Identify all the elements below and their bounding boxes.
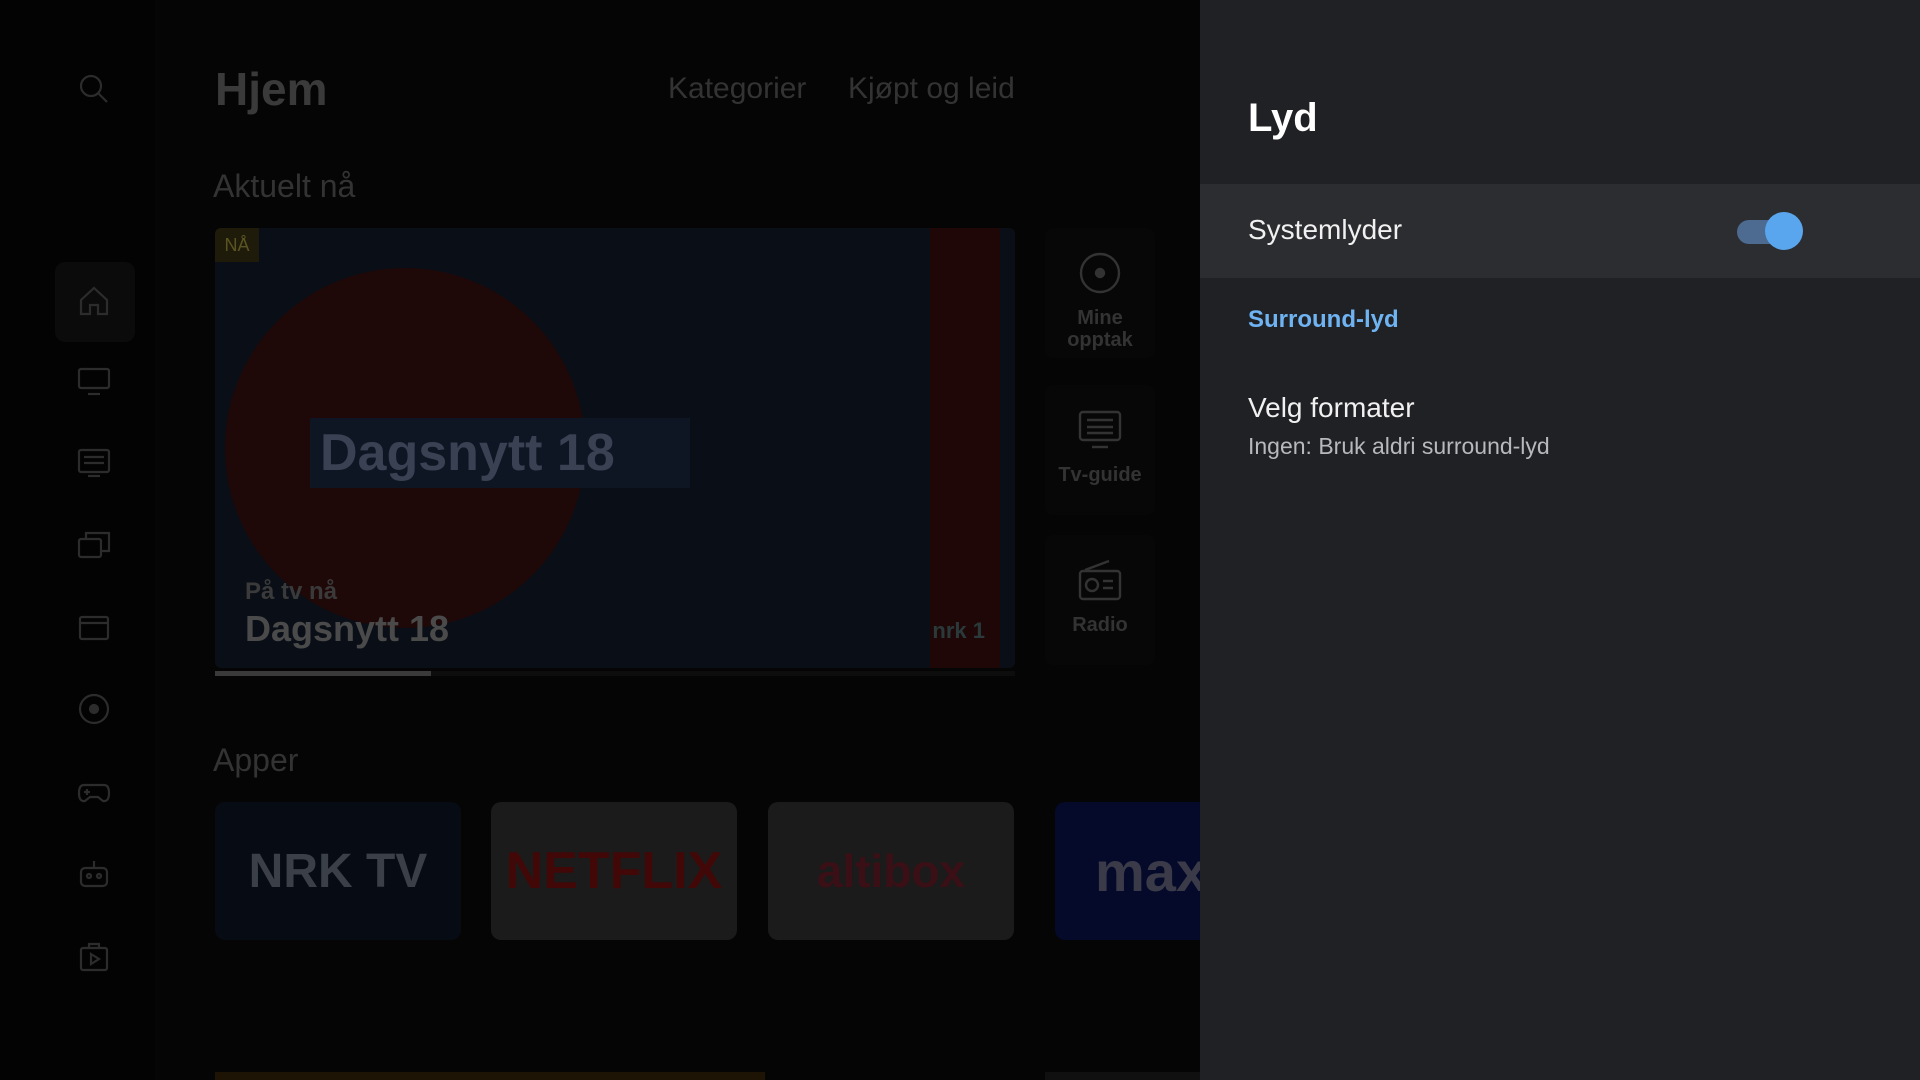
app-tile-netflix[interactable]: NETFLIX <box>491 802 737 940</box>
record-icon <box>1079 252 1121 294</box>
app-tile-max[interactable]: max <box>1055 802 1200 940</box>
record-icon[interactable] <box>75 690 113 728</box>
gamepad-icon[interactable] <box>75 772 113 810</box>
live-badge: NÅ <box>215 228 259 262</box>
radio-icon <box>1078 559 1122 601</box>
panel-title: Lyd <box>1248 96 1318 140</box>
tab-purchased-rented[interactable]: Kjøpt og leid <box>848 72 1015 106</box>
hero-progress-track <box>215 671 1015 676</box>
hero-graphic-stripe <box>930 228 1000 668</box>
toggle-knob <box>1765 212 1803 250</box>
channel-logo: nrk 1 <box>932 618 985 643</box>
hero-subtitle: På tv nå <box>245 578 338 605</box>
side-navigation-rail <box>0 0 155 1080</box>
shortcut-label: Mine opptak <box>1067 307 1133 351</box>
app-tile-altibox[interactable]: altibox <box>768 802 1014 940</box>
home-icon[interactable] <box>75 282 113 320</box>
section-title-apps: Apper <box>213 742 299 778</box>
surround-section-header: Surround-lyd <box>1248 306 1399 333</box>
sound-settings-panel: Lyd Systemlyder Surround-lyd Velg format… <box>1200 0 1920 1080</box>
hero-program-name: Dagsnytt 18 <box>245 608 450 649</box>
guide-icon[interactable] <box>75 444 113 482</box>
system-sounds-toggle[interactable] <box>1735 210 1805 250</box>
row-peek <box>1045 1072 1200 1080</box>
home-screen-background: Hjem Kategorier Kjøpt og leid Aktuelt nå… <box>0 0 1200 1080</box>
app-tile-nrk-tv[interactable]: NRK TV <box>215 802 461 940</box>
page-title: Hjem <box>215 63 328 115</box>
hero-banner-text: Dagsnytt 18 <box>320 424 615 482</box>
section-title-now: Aktuelt nå <box>213 168 356 204</box>
shortcut-my-recordings[interactable]: Mine opptak <box>1045 228 1155 358</box>
select-formats-label: Velg formater <box>1248 392 1415 423</box>
tv-guide-icon <box>1078 410 1122 449</box>
tv-icon[interactable] <box>75 362 113 400</box>
hero-card[interactable]: Dagsnytt 18 NÅ På tv nå Dagsnytt 18 nrk … <box>215 228 1015 668</box>
shortcut-tv-guide[interactable]: Tv-guide <box>1045 385 1155 515</box>
select-formats-value: Ingen: Bruk aldri surround-lyd <box>1248 433 1550 459</box>
shortcut-radio[interactable]: Radio <box>1045 535 1155 665</box>
shortcut-label: Radio <box>1072 614 1128 636</box>
robot-icon[interactable] <box>75 855 113 893</box>
tab-categories[interactable]: Kategorier <box>668 72 806 106</box>
movie-icon[interactable] <box>75 608 113 646</box>
row-peek <box>215 1072 765 1080</box>
play-store-icon[interactable] <box>75 937 113 975</box>
search-icon[interactable] <box>75 70 113 108</box>
shortcut-label: Tv-guide <box>1058 464 1142 486</box>
library-icon[interactable] <box>75 526 113 564</box>
hero-progress-fill <box>215 671 431 676</box>
system-sounds-label: Systemlyder <box>1248 214 1403 245</box>
system-sounds-row[interactable]: Systemlyder <box>1200 184 1920 278</box>
select-formats-row[interactable]: Velg formater Ingen: Bruk aldri surround… <box>1200 378 1920 468</box>
